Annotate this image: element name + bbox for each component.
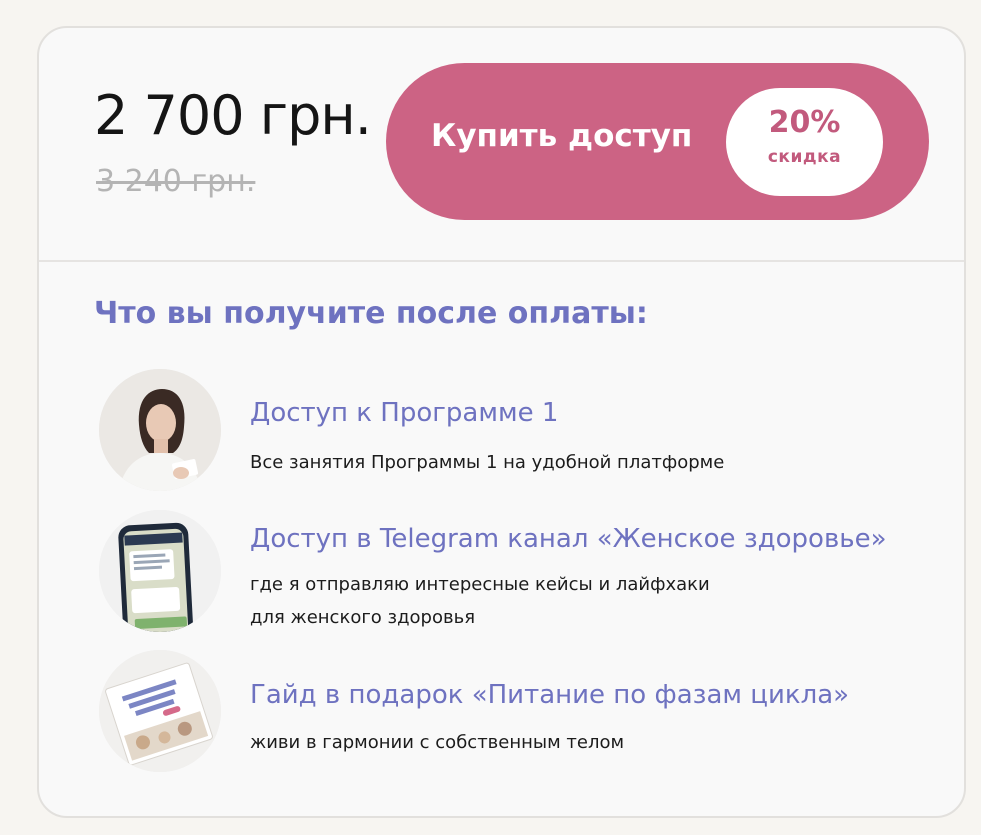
benefit-title: Доступ к Программе 1 [250, 398, 559, 428]
guide-book-image [99, 650, 221, 772]
section-divider [39, 260, 964, 262]
current-price: 2 700 грн. [94, 84, 372, 147]
discount-label: скидка [767, 147, 842, 167]
buy-access-button[interactable]: Купить доступ 20% скидка [386, 63, 929, 220]
benefit-desc: где я отправляю интересные кейсы и лайфх… [250, 574, 710, 595]
old-price: 3 240 грн. [96, 164, 256, 199]
benefit-desc: для женского здоровья [250, 607, 476, 628]
benefit-desc: Все занятия Программы 1 на удобной платф… [250, 452, 725, 473]
buy-button-label: Купить доступ [431, 118, 693, 154]
discount-percent: 20% [768, 105, 841, 140]
benefits-heading: Что вы получите после оплаты: [94, 296, 648, 331]
phone-telegram-image [99, 510, 221, 632]
benefit-title: Доступ в Telegram канал «Женское здоровь… [250, 524, 887, 554]
discount-badge: 20% скидка [726, 88, 883, 196]
price-section: 2 700 грн. 3 240 грн. Купить доступ 20% … [39, 28, 964, 261]
woman-portrait-image [99, 369, 221, 491]
benefit-title: Гайд в подарок «Питание по фазам цикла» [250, 680, 850, 710]
offer-card: 2 700 грн. 3 240 грн. Купить доступ 20% … [37, 26, 966, 818]
benefit-desc: живи в гармонии с собственным телом [250, 732, 625, 753]
